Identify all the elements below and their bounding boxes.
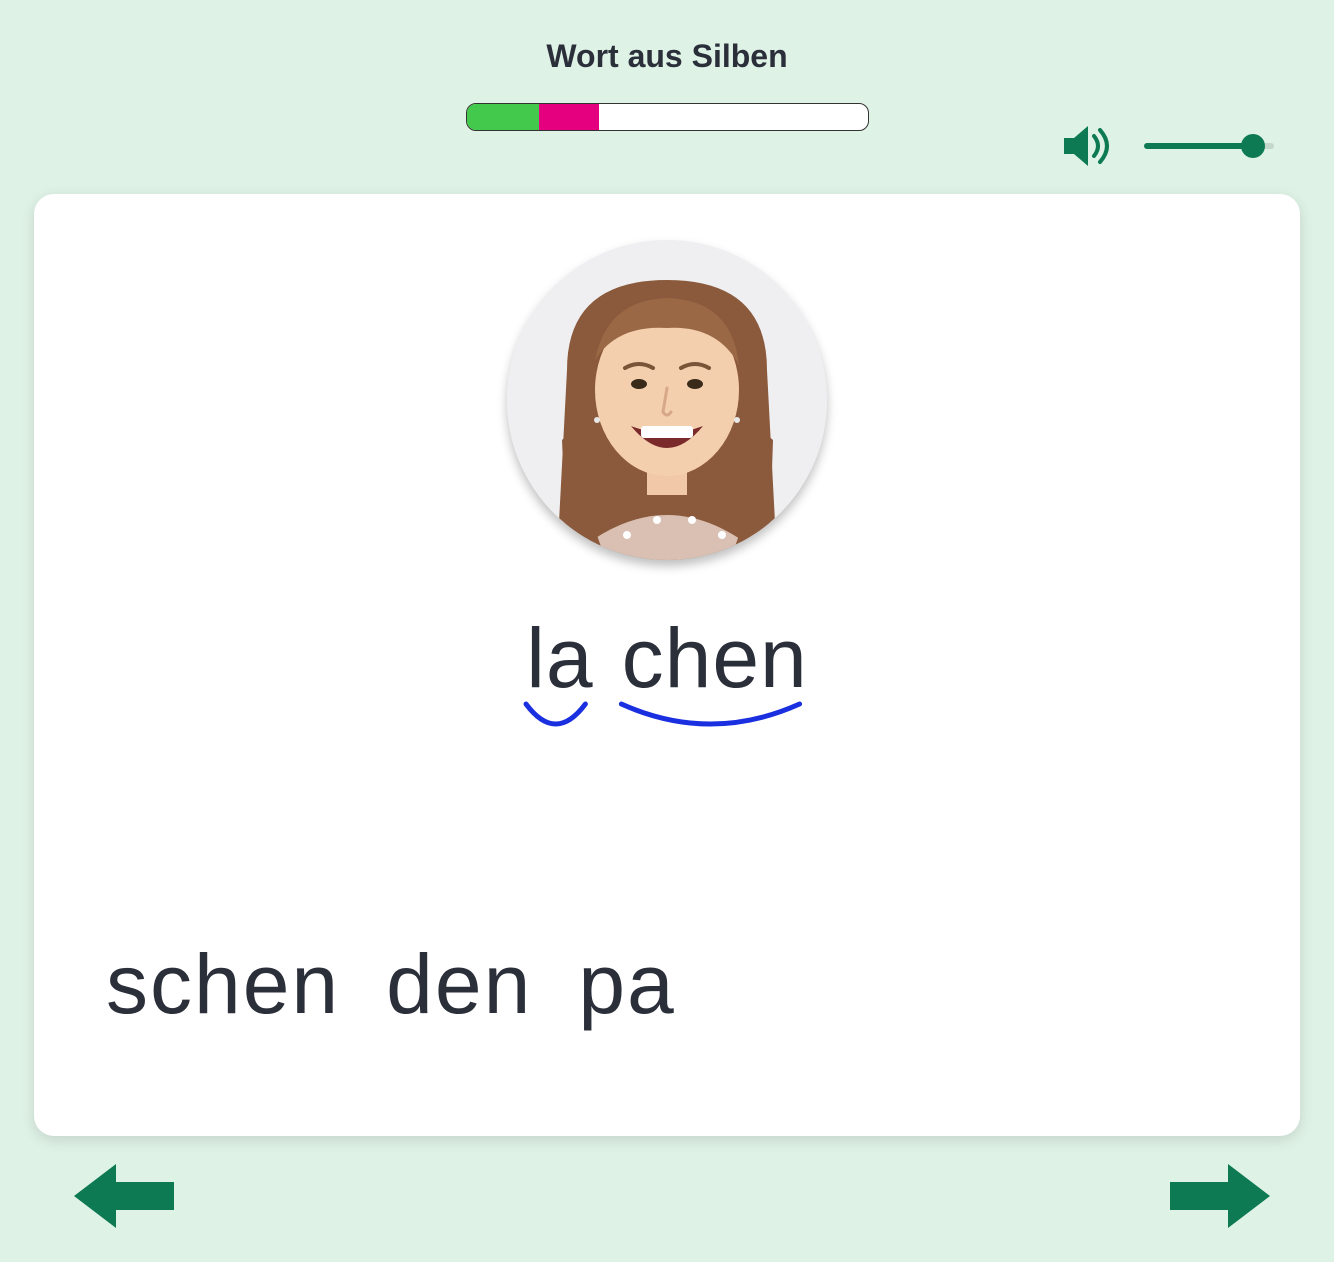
- previous-button[interactable]: [66, 1156, 186, 1236]
- progress-wrong: [539, 104, 599, 130]
- exercise-card: lachen schen den pa: [34, 194, 1300, 1136]
- volume-slider[interactable]: [1144, 140, 1274, 152]
- header: Wort aus Silben: [0, 0, 1334, 131]
- syllable-options: schen den pa: [106, 942, 676, 1026]
- syllable-option-2[interactable]: den: [386, 942, 532, 1026]
- syllable-option-1[interactable]: schen: [106, 942, 340, 1026]
- arrow-right-icon: [1158, 1156, 1278, 1236]
- syllable-arcs: [34, 700, 1300, 750]
- prompt-image: [507, 240, 827, 560]
- audio-controls: [1060, 122, 1274, 170]
- syllable-option-3[interactable]: pa: [578, 942, 675, 1026]
- constructed-word: lachen: [34, 616, 1300, 750]
- progress-bar: [466, 103, 869, 131]
- progress-correct: [467, 104, 539, 130]
- arrow-left-icon: [66, 1156, 186, 1236]
- word-syllable-1[interactable]: la: [526, 616, 593, 700]
- next-button[interactable]: [1158, 1156, 1278, 1236]
- word-syllable-2[interactable]: chen: [622, 616, 808, 700]
- syllable-arcs-svg: [522, 700, 812, 750]
- volume-fill: [1144, 143, 1253, 149]
- speaker-icon[interactable]: [1060, 122, 1116, 170]
- volume-thumb[interactable]: [1241, 134, 1265, 158]
- page-title: Wort aus Silben: [0, 0, 1334, 75]
